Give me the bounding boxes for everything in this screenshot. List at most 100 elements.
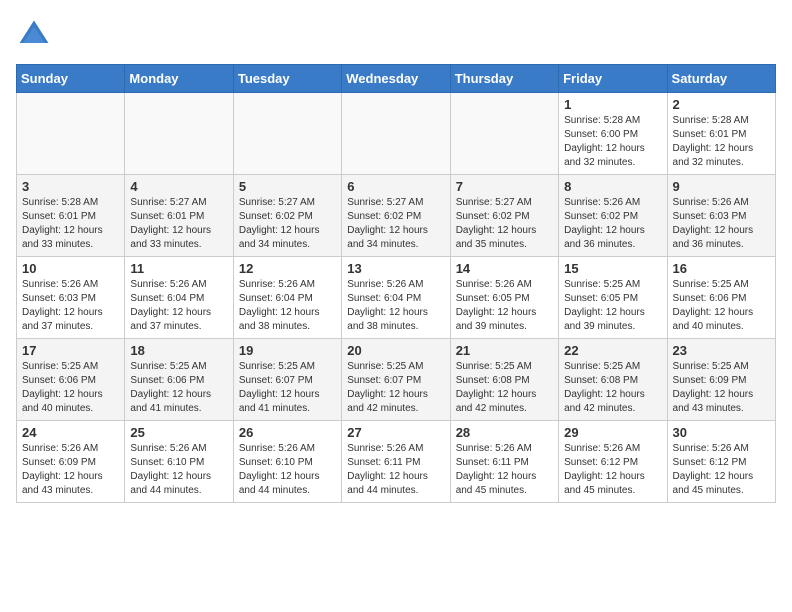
day-info: Sunrise: 5:25 AM Sunset: 6:07 PM Dayligh… xyxy=(347,360,444,416)
day-number: 24 xyxy=(22,425,119,440)
day-info: Sunrise: 5:26 AM Sunset: 6:03 PM Dayligh… xyxy=(22,278,119,334)
calendar-week: 3Sunrise: 5:28 AM Sunset: 6:01 PM Daylig… xyxy=(17,175,776,257)
calendar-cell xyxy=(17,93,125,175)
day-number: 27 xyxy=(347,425,444,440)
day-number: 11 xyxy=(130,261,227,276)
weekday-header: Tuesday xyxy=(233,65,341,93)
calendar-cell: 18 Sunrise: 5:25 AM Sunset: 6:06 PM Dayli… xyxy=(125,339,233,421)
day-number: 28 xyxy=(456,425,553,440)
day-number: 26 xyxy=(239,425,336,440)
day-number: 15 xyxy=(564,261,661,276)
day-info: Sunrise: 5:27 AM Sunset: 6:02 PM Dayligh… xyxy=(347,196,444,252)
weekday-header: Saturday xyxy=(667,65,775,93)
calendar-cell: 5 Sunrise: 5:27 AM Sunset: 6:02 PM Daylig… xyxy=(233,175,341,257)
calendar-week: 1 Sunrise: 5:28 AM Sunset: 6:00 PM Daylig… xyxy=(17,93,776,175)
day-info: Sunrise: 5:25 AM Sunset: 6:06 PM Dayligh… xyxy=(22,360,119,416)
calendar-cell: 29Sunrise: 5:26 AM Sunset: 6:12 PM Dayli… xyxy=(559,421,667,503)
day-info: Sunrise: 5:26 AM Sunset: 6:11 PM Dayligh… xyxy=(347,442,444,498)
day-number: 19 xyxy=(239,343,336,358)
day-number: 20 xyxy=(347,343,444,358)
calendar-week: 17Sunrise: 5:25 AM Sunset: 6:06 PM Dayli… xyxy=(17,339,776,421)
day-number: 16 xyxy=(673,261,770,276)
day-number: 22 xyxy=(564,343,661,358)
day-info: Sunrise: 5:27 AM Sunset: 6:02 PM Dayligh… xyxy=(239,196,336,252)
day-number: 25 xyxy=(130,425,227,440)
calendar-cell: 11 Sunrise: 5:26 AM Sunset: 6:04 PM Dayli… xyxy=(125,257,233,339)
day-info: Sunrise: 5:26 AM Sunset: 6:11 PM Dayligh… xyxy=(456,442,553,498)
day-info: Sunrise: 5:25 AM Sunset: 6:06 PM Dayligh… xyxy=(130,360,227,416)
day-info: Sunrise: 5:25 AM Sunset: 6:08 PM Dayligh… xyxy=(564,360,661,416)
day-number: 29 xyxy=(564,425,661,440)
weekday-header: Wednesday xyxy=(342,65,450,93)
calendar-week: 10Sunrise: 5:26 AM Sunset: 6:03 PM Dayli… xyxy=(17,257,776,339)
calendar-cell: 20 Sunrise: 5:25 AM Sunset: 6:07 PM Dayli… xyxy=(342,339,450,421)
calendar-cell: 16 Sunrise: 5:25 AM Sunset: 6:06 PM Dayli… xyxy=(667,257,775,339)
day-number: 12 xyxy=(239,261,336,276)
calendar-cell xyxy=(342,93,450,175)
calendar-week: 24Sunrise: 5:26 AM Sunset: 6:09 PM Dayli… xyxy=(17,421,776,503)
calendar-cell: 4 Sunrise: 5:27 AM Sunset: 6:01 PM Daylig… xyxy=(125,175,233,257)
day-info: Sunrise: 5:26 AM Sunset: 6:04 PM Dayligh… xyxy=(347,278,444,334)
calendar-cell: 25 Sunrise: 5:26 AM Sunset: 6:10 PM Dayli… xyxy=(125,421,233,503)
weekday-header: Sunday xyxy=(17,65,125,93)
logo-icon xyxy=(16,16,52,52)
day-number: 2 xyxy=(673,97,770,112)
day-info: Sunrise: 5:27 AM Sunset: 6:01 PM Dayligh… xyxy=(130,196,227,252)
calendar-cell: 28 Sunrise: 5:26 AM Sunset: 6:11 PM Dayli… xyxy=(450,421,558,503)
page-header xyxy=(16,16,776,52)
calendar-cell xyxy=(233,93,341,175)
calendar-cell: 13 Sunrise: 5:26 AM Sunset: 6:04 PM Dayli… xyxy=(342,257,450,339)
calendar-cell: 23 Sunrise: 5:25 AM Sunset: 6:09 PM Dayli… xyxy=(667,339,775,421)
calendar-cell: 2 Sunrise: 5:28 AM Sunset: 6:01 PM Daylig… xyxy=(667,93,775,175)
day-info: Sunrise: 5:26 AM Sunset: 6:02 PM Dayligh… xyxy=(564,196,661,252)
calendar-cell: 19 Sunrise: 5:25 AM Sunset: 6:07 PM Dayli… xyxy=(233,339,341,421)
day-info: Sunrise: 5:26 AM Sunset: 6:05 PM Dayligh… xyxy=(456,278,553,334)
day-info: Sunrise: 5:25 AM Sunset: 6:08 PM Dayligh… xyxy=(456,360,553,416)
calendar: SundayMondayTuesdayWednesdayThursdayFrid… xyxy=(16,64,776,503)
calendar-cell: 3Sunrise: 5:28 AM Sunset: 6:01 PM Daylig… xyxy=(17,175,125,257)
calendar-cell: 15Sunrise: 5:25 AM Sunset: 6:05 PM Dayli… xyxy=(559,257,667,339)
day-info: Sunrise: 5:25 AM Sunset: 6:06 PM Dayligh… xyxy=(673,278,770,334)
day-number: 4 xyxy=(130,179,227,194)
calendar-cell xyxy=(125,93,233,175)
day-number: 7 xyxy=(456,179,553,194)
logo xyxy=(16,16,56,52)
day-info: Sunrise: 5:26 AM Sunset: 6:10 PM Dayligh… xyxy=(130,442,227,498)
day-number: 13 xyxy=(347,261,444,276)
day-info: Sunrise: 5:26 AM Sunset: 6:10 PM Dayligh… xyxy=(239,442,336,498)
day-info: Sunrise: 5:28 AM Sunset: 6:00 PM Dayligh… xyxy=(564,114,661,170)
calendar-cell xyxy=(450,93,558,175)
calendar-cell: 1 Sunrise: 5:28 AM Sunset: 6:00 PM Daylig… xyxy=(559,93,667,175)
day-number: 5 xyxy=(239,179,336,194)
day-number: 14 xyxy=(456,261,553,276)
day-info: Sunrise: 5:26 AM Sunset: 6:03 PM Dayligh… xyxy=(673,196,770,252)
day-info: Sunrise: 5:26 AM Sunset: 6:04 PM Dayligh… xyxy=(239,278,336,334)
calendar-cell: 24Sunrise: 5:26 AM Sunset: 6:09 PM Dayli… xyxy=(17,421,125,503)
day-number: 8 xyxy=(564,179,661,194)
calendar-cell: 14 Sunrise: 5:26 AM Sunset: 6:05 PM Dayli… xyxy=(450,257,558,339)
day-info: Sunrise: 5:25 AM Sunset: 6:07 PM Dayligh… xyxy=(239,360,336,416)
day-info: Sunrise: 5:27 AM Sunset: 6:02 PM Dayligh… xyxy=(456,196,553,252)
day-number: 23 xyxy=(673,343,770,358)
day-info: Sunrise: 5:26 AM Sunset: 6:04 PM Dayligh… xyxy=(130,278,227,334)
day-number: 21 xyxy=(456,343,553,358)
calendar-cell: 26 Sunrise: 5:26 AM Sunset: 6:10 PM Dayli… xyxy=(233,421,341,503)
day-number: 3 xyxy=(22,179,119,194)
day-info: Sunrise: 5:25 AM Sunset: 6:09 PM Dayligh… xyxy=(673,360,770,416)
weekday-header-row: SundayMondayTuesdayWednesdayThursdayFrid… xyxy=(17,65,776,93)
weekday-header: Thursday xyxy=(450,65,558,93)
weekday-header: Friday xyxy=(559,65,667,93)
day-info: Sunrise: 5:26 AM Sunset: 6:12 PM Dayligh… xyxy=(673,442,770,498)
day-number: 1 xyxy=(564,97,661,112)
calendar-cell: 9 Sunrise: 5:26 AM Sunset: 6:03 PM Daylig… xyxy=(667,175,775,257)
calendar-cell: 6Sunrise: 5:27 AM Sunset: 6:02 PM Daylig… xyxy=(342,175,450,257)
calendar-cell: 17Sunrise: 5:25 AM Sunset: 6:06 PM Dayli… xyxy=(17,339,125,421)
calendar-cell: 22 Sunrise: 5:25 AM Sunset: 6:08 PM Dayli… xyxy=(559,339,667,421)
day-number: 18 xyxy=(130,343,227,358)
calendar-cell: 30 Sunrise: 5:26 AM Sunset: 6:12 PM Dayli… xyxy=(667,421,775,503)
weekday-header: Monday xyxy=(125,65,233,93)
day-number: 30 xyxy=(673,425,770,440)
day-info: Sunrise: 5:28 AM Sunset: 6:01 PM Dayligh… xyxy=(673,114,770,170)
calendar-cell: 12 Sunrise: 5:26 AM Sunset: 6:04 PM Dayli… xyxy=(233,257,341,339)
day-number: 9 xyxy=(673,179,770,194)
